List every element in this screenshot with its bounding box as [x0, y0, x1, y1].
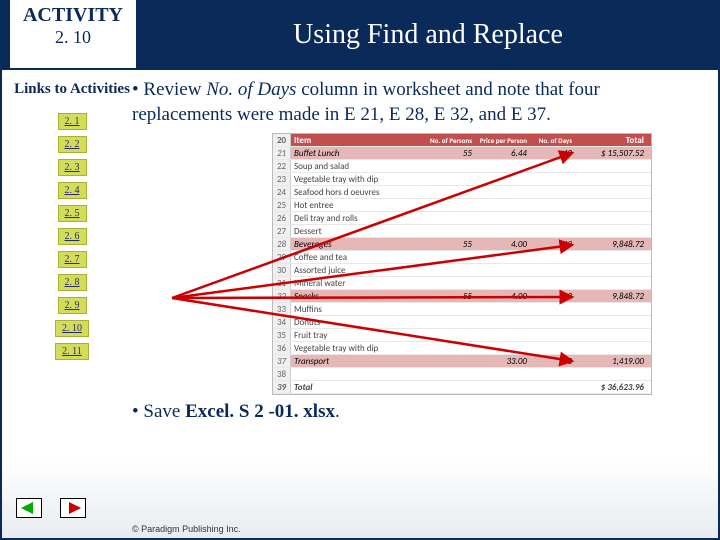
- table-row: 26Deli tray and rolls: [273, 212, 651, 225]
- body: Links to Activities 2. 1 2. 2 2. 3 2. 4 2. 5…: [2, 70, 718, 500]
- table-row: 22Soup and salad: [273, 160, 651, 173]
- content: • Review No. of Days column in worksheet…: [130, 70, 718, 500]
- bullet-2: • Save Excel. S 2 -01. xlsx.: [132, 401, 704, 423]
- table-row: 33Muffins: [273, 303, 651, 316]
- table-row: 20ItemNo. of PersonsPrice per PersonNo. …: [273, 134, 651, 147]
- table-row: 34Donuts: [273, 316, 651, 329]
- sidebar-link-2[interactable]: 2. 3: [58, 159, 87, 176]
- sidebar: Links to Activities 2. 1 2. 2 2. 3 2. 4 2. 5…: [2, 70, 130, 500]
- copyright: © Paradigm Publishing Inc.: [132, 524, 241, 534]
- page-title: Using Find and Replace: [293, 19, 563, 51]
- prev-button[interactable]: [16, 498, 42, 518]
- worksheet-figure: 20ItemNo. of PersonsPrice per PersonNo. …: [152, 133, 652, 393]
- table-row: 31Mineral water: [273, 277, 651, 290]
- nav-controls: [16, 498, 86, 518]
- title-area: Using Find and Replace: [138, 2, 718, 67]
- sidebar-link-5[interactable]: 2. 6: [58, 228, 87, 245]
- sidebar-link-6[interactable]: 2. 7: [58, 251, 87, 268]
- sidebar-link-7[interactable]: 2. 8: [58, 274, 87, 291]
- sidebar-link-9[interactable]: 2. 10: [55, 320, 89, 337]
- table-row: 23Vegetable tray with dip: [273, 173, 651, 186]
- sidebar-link-8[interactable]: 2. 9: [58, 297, 87, 314]
- sidebar-link-0[interactable]: 2. 1: [58, 113, 87, 130]
- activity-number: 2. 10: [10, 27, 136, 48]
- sidebar-link-10[interactable]: 2. 11: [55, 343, 89, 360]
- table-row: 36Vegetable tray with dip: [273, 342, 651, 355]
- slide: ACTIVITY 2. 10 Using Find and Replace Li…: [0, 0, 720, 540]
- table-row: 35Fruit tray: [273, 329, 651, 342]
- table-row: 32Snacks554.00439,848.72: [273, 290, 651, 303]
- links-heading: Links to Activities: [14, 80, 130, 98]
- table-row: 27Dessert: [273, 225, 651, 238]
- activity-box: ACTIVITY 2. 10: [8, 0, 138, 70]
- worksheet-table: 20ItemNo. of PersonsPrice per PersonNo. …: [272, 133, 652, 395]
- sidebar-link-1[interactable]: 2. 2: [58, 136, 87, 153]
- table-row: 39Total$ 36,623.96: [273, 381, 651, 394]
- table-row: 37Transport33.00431,419.00: [273, 355, 651, 368]
- prev-icon: [21, 502, 37, 514]
- table-row: 30Assorted juice: [273, 264, 651, 277]
- links-list: 2. 1 2. 2 2. 3 2. 4 2. 5 2. 6 2. 7 2. 8 2. 9 2. 1…: [14, 110, 130, 363]
- table-row: 38: [273, 368, 651, 381]
- table-row: 28Beverages554.00439,848.72: [273, 238, 651, 251]
- next-button[interactable]: [60, 498, 86, 518]
- activity-label: ACTIVITY: [10, 4, 136, 27]
- header: ACTIVITY 2. 10 Using Find and Replace: [2, 2, 718, 70]
- next-icon: [65, 502, 81, 514]
- table-row: 21Buffet Lunch556.4443$ 15,507.52: [273, 147, 651, 160]
- sidebar-link-4[interactable]: 2. 5: [58, 205, 87, 222]
- table-row: 24Seafood hors d oeuvres: [273, 186, 651, 199]
- sidebar-link-3[interactable]: 2. 4: [58, 182, 87, 199]
- bullet-1: • Review No. of Days column in worksheet…: [132, 78, 704, 127]
- table-row: 25Hot entree: [273, 199, 651, 212]
- table-row: 29Coffee and tea: [273, 251, 651, 264]
